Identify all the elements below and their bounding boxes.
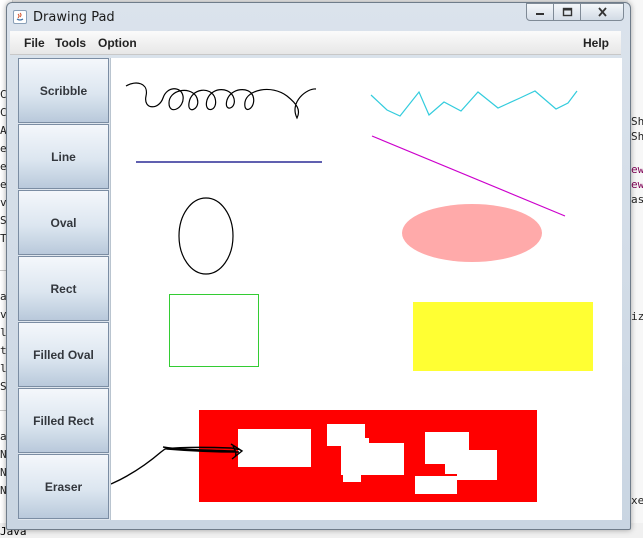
rect-green	[169, 294, 259, 367]
java-app-icon	[13, 10, 27, 24]
line-button[interactable]: Line	[18, 124, 109, 189]
oval-black	[178, 197, 234, 275]
bg-text: xe	[631, 494, 643, 507]
maximize-button[interactable]	[553, 3, 581, 21]
bg-text: ew	[631, 178, 643, 191]
scribble-black-loops	[125, 82, 317, 120]
bg-text: as	[631, 193, 643, 206]
drawing-canvas[interactable]	[110, 58, 622, 520]
bg-text: Sh	[631, 130, 643, 143]
close-button[interactable]	[580, 3, 624, 21]
window-controls	[526, 3, 624, 22]
bg-text: Sh	[631, 115, 643, 128]
eraser-button[interactable]: Eraser	[18, 454, 109, 519]
filled-rect-button[interactable]: Filled Rect	[18, 388, 109, 453]
minimize-button[interactable]	[526, 3, 554, 21]
menu-tools[interactable]: Tools	[55, 36, 86, 50]
title-bar[interactable]: Drawing Pad	[7, 3, 630, 33]
bg-text: iz	[631, 310, 643, 323]
scribble-button[interactable]: Scribble	[18, 58, 109, 123]
close-icon	[597, 7, 607, 17]
menu-help[interactable]: Help	[583, 36, 609, 50]
maximize-icon	[562, 7, 572, 17]
menu-bar: File Tools Option Help	[10, 31, 621, 55]
minimize-icon	[536, 13, 544, 15]
filled-rect-yellow	[413, 302, 593, 371]
line-magenta	[371, 135, 566, 217]
oval-button[interactable]: Oval	[18, 190, 109, 255]
scribble-cyan-zigzag	[370, 90, 578, 117]
filled-oval-pink	[402, 204, 542, 262]
tool-panel: Scribble Line Oval Rect Filled Oval Fill…	[18, 58, 110, 520]
rect-button[interactable]: Rect	[18, 256, 109, 321]
menu-option[interactable]: Option	[98, 36, 137, 50]
menu-file[interactable]: File	[24, 36, 45, 50]
bg-text: ew	[631, 163, 643, 176]
filled-oval-button[interactable]: Filled Oval	[18, 322, 109, 387]
window-title: Drawing Pad	[33, 10, 115, 25]
